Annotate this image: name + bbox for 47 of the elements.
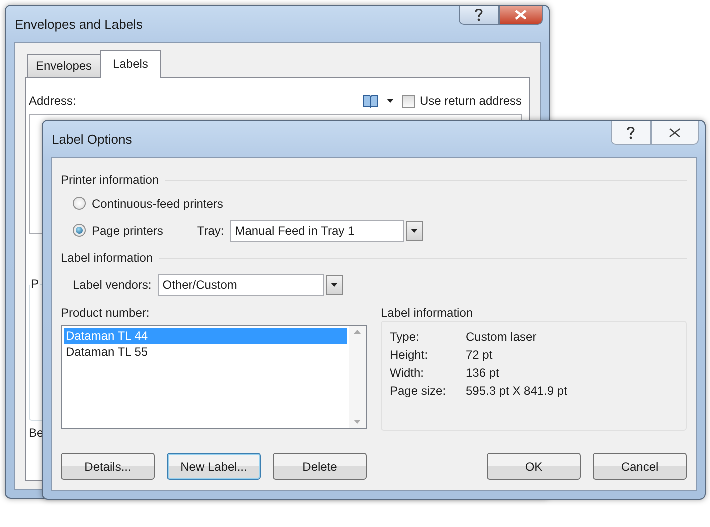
close-icon <box>669 128 681 138</box>
address-book-icon[interactable] <box>362 94 379 108</box>
group-label: P <box>30 277 40 291</box>
window-title: Envelopes and Labels <box>15 16 143 32</box>
section-heading: Label information <box>381 306 474 320</box>
info-value: 595.3 pt X 841.9 pt <box>466 384 568 398</box>
info-key: Type: <box>390 330 466 344</box>
info-key: Width: <box>390 366 466 380</box>
dropdown-arrow-icon <box>411 228 418 232</box>
dialog-button[interactable]: Details... <box>61 453 155 480</box>
info-key: Height: <box>390 348 466 362</box>
tray-dropdown[interactable]: Manual Feed in Tray 1 <box>230 220 404 242</box>
info-value: 72 pt <box>466 348 494 362</box>
address-label: Address: <box>29 94 76 108</box>
help-button[interactable] <box>611 121 651 145</box>
close-button[interactable] <box>499 6 543 25</box>
product-number-label: Product number: <box>61 306 151 320</box>
radio-button[interactable] <box>73 224 86 237</box>
vendors-label: Label vendors: <box>73 278 152 292</box>
section-heading: Printer information <box>61 173 160 187</box>
close-button[interactable] <box>651 121 699 145</box>
radio-button[interactable] <box>73 197 86 210</box>
tab[interactable]: Labels <box>100 50 162 78</box>
tab[interactable]: Envelopes <box>27 54 102 77</box>
dialog-button[interactable]: OK <box>487 453 581 480</box>
dropdown-button[interactable] <box>406 220 424 240</box>
radio-label[interactable]: Page printers <box>92 224 164 238</box>
info-key: Page size: <box>390 384 466 398</box>
dialog-button[interactable]: Delete <box>273 453 367 480</box>
dialog-button[interactable]: New Label... <box>167 453 261 480</box>
help-icon <box>626 126 636 140</box>
dropdown-arrow-icon <box>386 99 394 103</box>
info-value: Custom laser <box>466 330 538 344</box>
help-button[interactable] <box>459 6 499 25</box>
help-icon <box>474 8 484 22</box>
dropdown-arrow-icon <box>330 283 338 287</box>
dropdown-button[interactable] <box>326 275 343 295</box>
tray-label: Tray: <box>197 224 224 238</box>
info-value: 136 pt <box>466 366 500 380</box>
dialog-title: Label Options <box>52 132 132 146</box>
vendors-dropdown[interactable]: Other/Custom <box>158 274 324 296</box>
dialog-button[interactable]: Cancel <box>593 453 687 480</box>
close-icon <box>515 10 527 20</box>
radio-label[interactable]: Continuous-feed printers <box>92 196 224 210</box>
list-item[interactable]: Dataman TL 55 <box>64 344 347 360</box>
section-heading: Label information <box>61 251 154 265</box>
return-address-checkbox[interactable]: Use return address <box>402 94 522 108</box>
